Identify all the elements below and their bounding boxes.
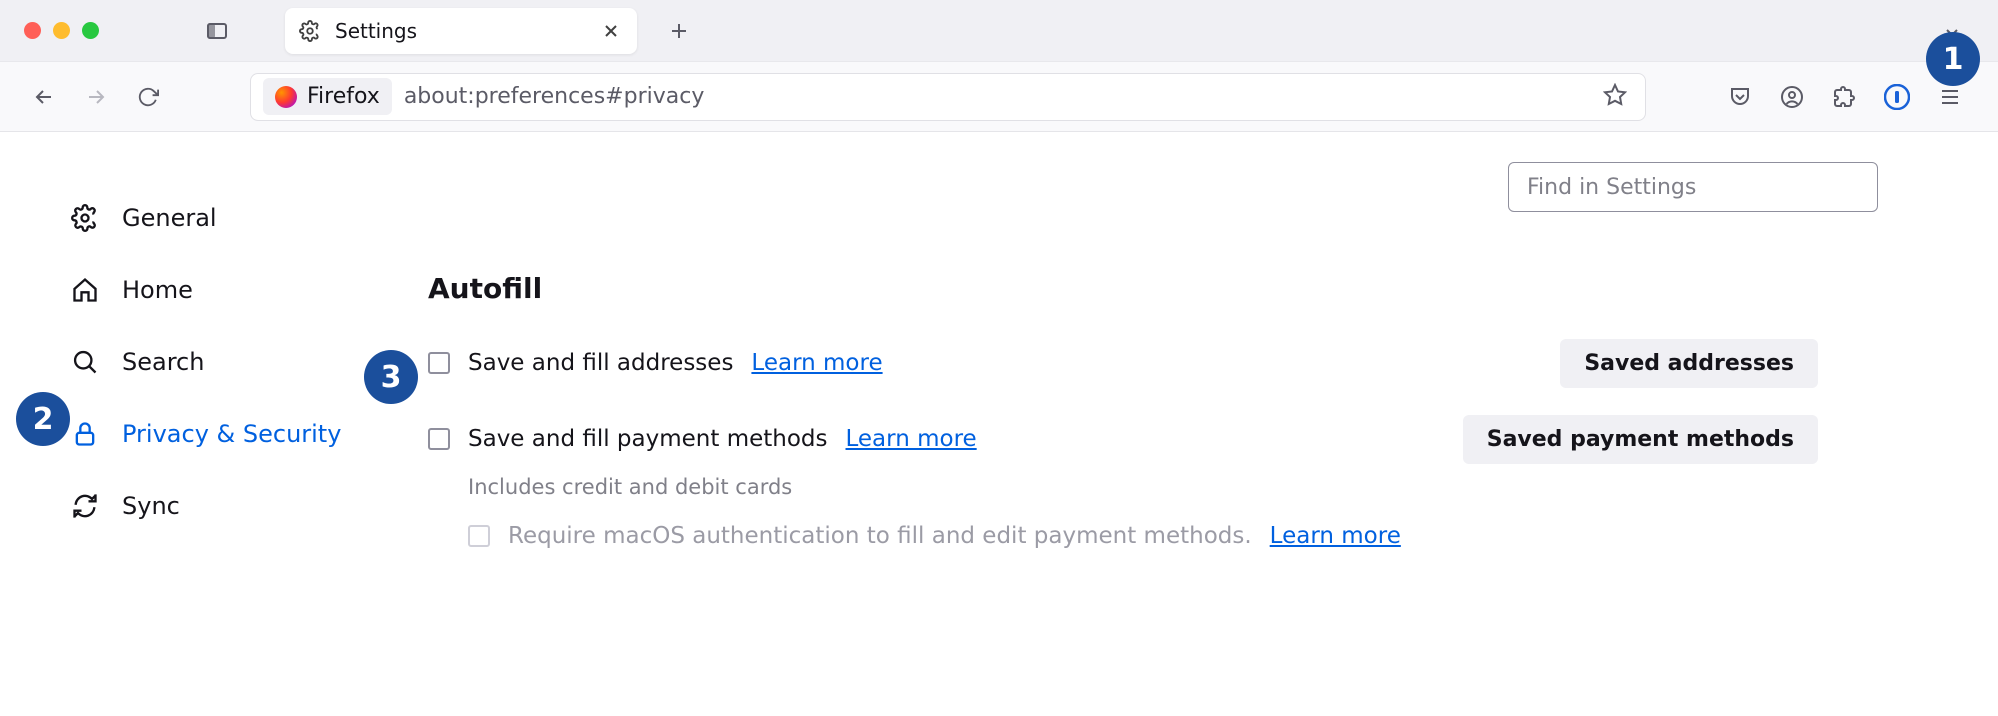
sync-icon <box>70 491 100 521</box>
addresses-checkbox[interactable] <box>428 352 450 374</box>
account-icon[interactable] <box>1780 85 1804 109</box>
require-auth-learn-more-link[interactable]: Learn more <box>1270 523 1401 549</box>
identity-box[interactable]: Firefox <box>263 78 392 115</box>
sidebar-item-label: Sync <box>122 492 180 520</box>
pref-row-payments: Save and fill payment methods Learn more… <box>428 413 1938 465</box>
onepassword-icon[interactable] <box>1884 84 1910 110</box>
search-settings-placeholder: Find in Settings <box>1527 175 1696 200</box>
window-controls <box>24 22 99 39</box>
section-heading-autofill: Autofill <box>428 272 1938 305</box>
sidebar-item-privacy-security[interactable]: Privacy & Security <box>70 398 420 470</box>
require-auth-checkbox <box>468 525 490 547</box>
titlebar: Settings <box>0 0 1998 62</box>
url-text: about:preferences#privacy <box>404 84 1597 109</box>
close-window-button[interactable] <box>24 22 41 39</box>
bookmark-star-icon[interactable] <box>1597 77 1633 117</box>
gear-icon <box>70 203 100 233</box>
toolbar-actions <box>1728 84 1974 110</box>
sidebar-item-label: Home <box>122 276 193 304</box>
preferences-content: General Home Search Privacy & Security S… <box>0 132 1998 716</box>
addresses-label: Save and fill addresses <box>468 350 733 376</box>
identity-label: Firefox <box>307 84 380 109</box>
close-tab-button[interactable] <box>599 19 623 43</box>
pocket-icon[interactable] <box>1728 85 1752 109</box>
firefox-logo-icon <box>275 86 297 108</box>
annotation-callout-1: 1 <box>1926 32 1980 86</box>
sidebar-item-label: General <box>122 204 217 232</box>
maximize-window-button[interactable] <box>82 22 99 39</box>
annotation-callout-3: 3 <box>364 350 418 404</box>
sidebar-item-label: Search <box>122 348 204 376</box>
lock-icon <box>70 419 100 449</box>
search-settings-input[interactable]: Find in Settings <box>1508 162 1878 212</box>
settings-main: Find in Settings Autofill Save and fill … <box>420 132 1998 716</box>
browser-tab[interactable]: Settings <box>285 8 637 54</box>
payments-label: Save and fill payment methods <box>468 426 828 452</box>
sidebar-item-label: Privacy & Security <box>122 420 341 448</box>
saved-payment-methods-button[interactable]: Saved payment methods <box>1463 415 1818 464</box>
saved-addresses-button[interactable]: Saved addresses <box>1560 339 1818 388</box>
sidebar-toggle-icon[interactable] <box>199 13 235 49</box>
sidebar-item-home[interactable]: Home <box>70 254 420 326</box>
annotation-callout-2: 2 <box>16 392 70 446</box>
forward-button[interactable] <box>76 77 116 117</box>
url-bar[interactable]: Firefox about:preferences#privacy <box>250 73 1646 121</box>
tab-title: Settings <box>335 19 599 43</box>
search-icon <box>70 347 100 377</box>
pref-row-addresses: Save and fill addresses Learn more Saved… <box>428 337 1938 389</box>
extensions-icon[interactable] <box>1832 85 1856 109</box>
pref-row-require-auth: Require macOS authentication to fill and… <box>468 523 1938 549</box>
new-tab-button[interactable] <box>661 13 697 49</box>
addresses-learn-more-link[interactable]: Learn more <box>751 350 882 376</box>
sidebar-item-general[interactable]: General <box>70 182 420 254</box>
payments-checkbox[interactable] <box>428 428 450 450</box>
gear-icon <box>299 20 321 42</box>
sidebar-item-sync[interactable]: Sync <box>70 470 420 542</box>
menu-icon[interactable] <box>1938 85 1962 109</box>
back-button[interactable] <box>24 77 64 117</box>
minimize-window-button[interactable] <box>53 22 70 39</box>
require-auth-label: Require macOS authentication to fill and… <box>508 523 1252 549</box>
home-icon <box>70 275 100 305</box>
nav-toolbar: Firefox about:preferences#privacy <box>0 62 1998 132</box>
payments-help-text: Includes credit and debit cards <box>468 475 1938 499</box>
payments-learn-more-link[interactable]: Learn more <box>846 426 977 452</box>
reload-button[interactable] <box>128 77 168 117</box>
